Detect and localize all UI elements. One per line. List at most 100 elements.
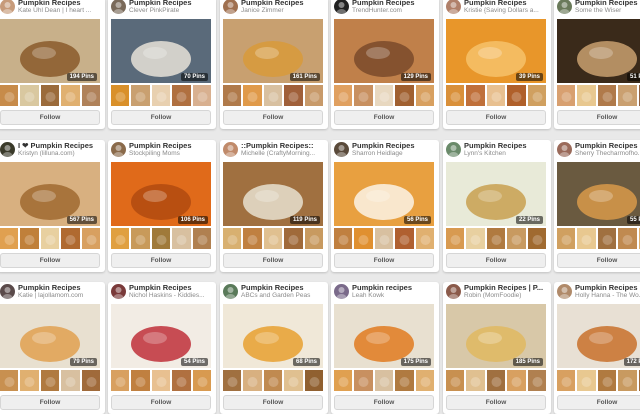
board-cover-image[interactable]: 185 Pins bbox=[446, 304, 546, 368]
board-owner[interactable]: Kate Uhl Dean | I heart ... bbox=[18, 7, 103, 14]
board-thumbnail[interactable] bbox=[618, 228, 637, 249]
board-thumbnail[interactable] bbox=[284, 228, 303, 249]
board-thumbnail[interactable] bbox=[61, 228, 80, 249]
avatar[interactable] bbox=[334, 142, 349, 157]
board-thumbnail[interactable] bbox=[40, 85, 60, 106]
board-owner[interactable]: Clever PinkPirate bbox=[129, 7, 214, 14]
board-title[interactable]: Pumpkin Recipes bbox=[129, 283, 214, 292]
board-thumbnail[interactable] bbox=[304, 370, 324, 391]
board-owner[interactable]: Some the Wiser bbox=[575, 7, 640, 14]
avatar[interactable] bbox=[334, 0, 349, 14]
avatar[interactable] bbox=[111, 142, 126, 157]
board-owner[interactable]: Kristyn (lilluna.com) bbox=[18, 150, 103, 157]
board-card[interactable]: Pumpkin Recipes Kate Uhl Dean | I heart .… bbox=[0, 0, 105, 129]
board-thumbnail[interactable] bbox=[334, 228, 353, 249]
avatar[interactable] bbox=[111, 0, 126, 14]
board-thumbnail[interactable] bbox=[446, 370, 465, 391]
board-thumbnail[interactable] bbox=[0, 370, 19, 391]
board-thumbnail[interactable] bbox=[263, 370, 283, 391]
board-thumbnail[interactable] bbox=[172, 370, 191, 391]
board-thumbnail[interactable] bbox=[263, 85, 283, 106]
board-thumbnail[interactable] bbox=[243, 228, 262, 249]
board-thumbnail[interactable] bbox=[284, 370, 303, 391]
board-thumbnail[interactable] bbox=[507, 370, 526, 391]
board-cover-image[interactable]: 54 Pins bbox=[111, 304, 211, 368]
board-title[interactable]: Pumpkin Recipes bbox=[18, 283, 103, 292]
board-cover-image[interactable]: 68 Pins bbox=[223, 304, 323, 368]
board-thumbnail[interactable] bbox=[618, 85, 637, 106]
follow-button[interactable]: Follow bbox=[111, 253, 211, 268]
board-thumbnail[interactable] bbox=[374, 85, 394, 106]
board-thumbnail[interactable] bbox=[395, 370, 414, 391]
board-owner[interactable]: Katie | lajollamom.com bbox=[18, 292, 103, 299]
board-title[interactable]: Pumpkin Recipes bbox=[18, 0, 103, 7]
board-owner[interactable]: Janice Zimmer bbox=[241, 7, 326, 14]
board-cover-image[interactable]: 79 Pins bbox=[0, 304, 100, 368]
board-thumbnail[interactable] bbox=[172, 228, 191, 249]
board-thumbnail[interactable] bbox=[597, 228, 617, 249]
board-thumbnail[interactable] bbox=[304, 228, 324, 249]
follow-button[interactable]: Follow bbox=[557, 253, 640, 268]
board-card[interactable]: Pumpkin Recipes Sharron Heidlage 56 Pins Fo… bbox=[331, 140, 439, 272]
board-cover-image[interactable]: 39 Pins bbox=[446, 19, 546, 83]
board-thumbnail[interactable] bbox=[597, 85, 617, 106]
board-thumbnail[interactable] bbox=[111, 370, 130, 391]
board-thumbnail[interactable] bbox=[557, 370, 576, 391]
board-thumbnail[interactable] bbox=[395, 85, 414, 106]
board-thumbnail[interactable] bbox=[527, 85, 547, 106]
board-thumbnail[interactable] bbox=[557, 85, 576, 106]
board-owner[interactable]: Nichol Haskins - Kiddies... bbox=[129, 292, 214, 299]
board-thumbnail[interactable] bbox=[354, 370, 373, 391]
board-thumbnail[interactable] bbox=[304, 85, 324, 106]
board-cover-image[interactable]: 194 Pins bbox=[0, 19, 100, 83]
board-thumbnail[interactable] bbox=[172, 85, 191, 106]
board-title[interactable]: Pumpkin Recipes bbox=[464, 0, 549, 7]
board-thumbnail[interactable] bbox=[374, 370, 394, 391]
board-thumbnail[interactable] bbox=[395, 228, 414, 249]
board-cover-image[interactable]: 161 Pins bbox=[223, 19, 323, 83]
board-thumbnail[interactable] bbox=[131, 85, 150, 106]
board-owner[interactable]: Sharron Heidlage bbox=[352, 150, 437, 157]
board-thumbnail[interactable] bbox=[466, 370, 485, 391]
board-title[interactable]: Pumpkin Recipes bbox=[241, 283, 326, 292]
board-title[interactable]: Pumpkin Recipes bbox=[129, 141, 214, 150]
avatar[interactable] bbox=[223, 142, 238, 157]
follow-button[interactable]: Follow bbox=[111, 395, 211, 410]
board-cover-image[interactable]: 22 Pins bbox=[446, 162, 546, 226]
board-title[interactable]: Pumpkin recipes bbox=[352, 283, 437, 292]
board-cover-image[interactable]: 119 Pins bbox=[223, 162, 323, 226]
board-thumbnail[interactable] bbox=[20, 228, 39, 249]
avatar[interactable] bbox=[557, 284, 572, 299]
board-card[interactable]: Pumpkin Recipes | P... Robin (MomFoodie) 1… bbox=[443, 282, 551, 414]
avatar[interactable] bbox=[0, 0, 15, 14]
board-title[interactable]: Pumpkin Recipes bbox=[575, 283, 640, 292]
board-title[interactable]: Pumpkin Recipes bbox=[352, 141, 437, 150]
board-thumbnail[interactable] bbox=[334, 370, 353, 391]
follow-button[interactable]: Follow bbox=[223, 253, 323, 268]
board-card[interactable]: Pumpkin recipes Leah Kowk 175 Pins Follow bbox=[331, 282, 439, 414]
board-thumbnail[interactable] bbox=[61, 370, 80, 391]
board-thumbnail[interactable] bbox=[446, 85, 465, 106]
board-title[interactable]: Pumpkin Recipes bbox=[129, 0, 214, 7]
board-thumbnail[interactable] bbox=[243, 370, 262, 391]
avatar[interactable] bbox=[0, 284, 15, 299]
board-thumbnail[interactable] bbox=[557, 228, 576, 249]
board-thumbnail[interactable] bbox=[61, 85, 80, 106]
follow-button[interactable]: Follow bbox=[0, 395, 100, 410]
board-card[interactable]: Pumpkin Recipes Katie | lajollamom.com 79 … bbox=[0, 282, 105, 414]
follow-button[interactable]: Follow bbox=[334, 395, 434, 410]
board-owner[interactable]: TrendHunter.com bbox=[352, 7, 437, 14]
board-thumbnail[interactable] bbox=[243, 85, 262, 106]
board-title[interactable]: Pumpkin Recipes bbox=[352, 0, 437, 7]
board-title[interactable]: Pumpkin Recipes bbox=[575, 141, 640, 150]
board-title[interactable]: Pumpkin Recipes | P... bbox=[464, 283, 549, 292]
board-thumbnail[interactable] bbox=[151, 228, 171, 249]
board-thumbnail[interactable] bbox=[192, 370, 212, 391]
follow-button[interactable]: Follow bbox=[446, 110, 546, 125]
board-cover-image[interactable]: 70 Pins bbox=[111, 19, 211, 83]
avatar[interactable] bbox=[0, 142, 15, 157]
board-thumbnail[interactable] bbox=[81, 370, 101, 391]
follow-button[interactable]: Follow bbox=[334, 253, 434, 268]
board-thumbnail[interactable] bbox=[354, 85, 373, 106]
board-thumbnail[interactable] bbox=[597, 370, 617, 391]
